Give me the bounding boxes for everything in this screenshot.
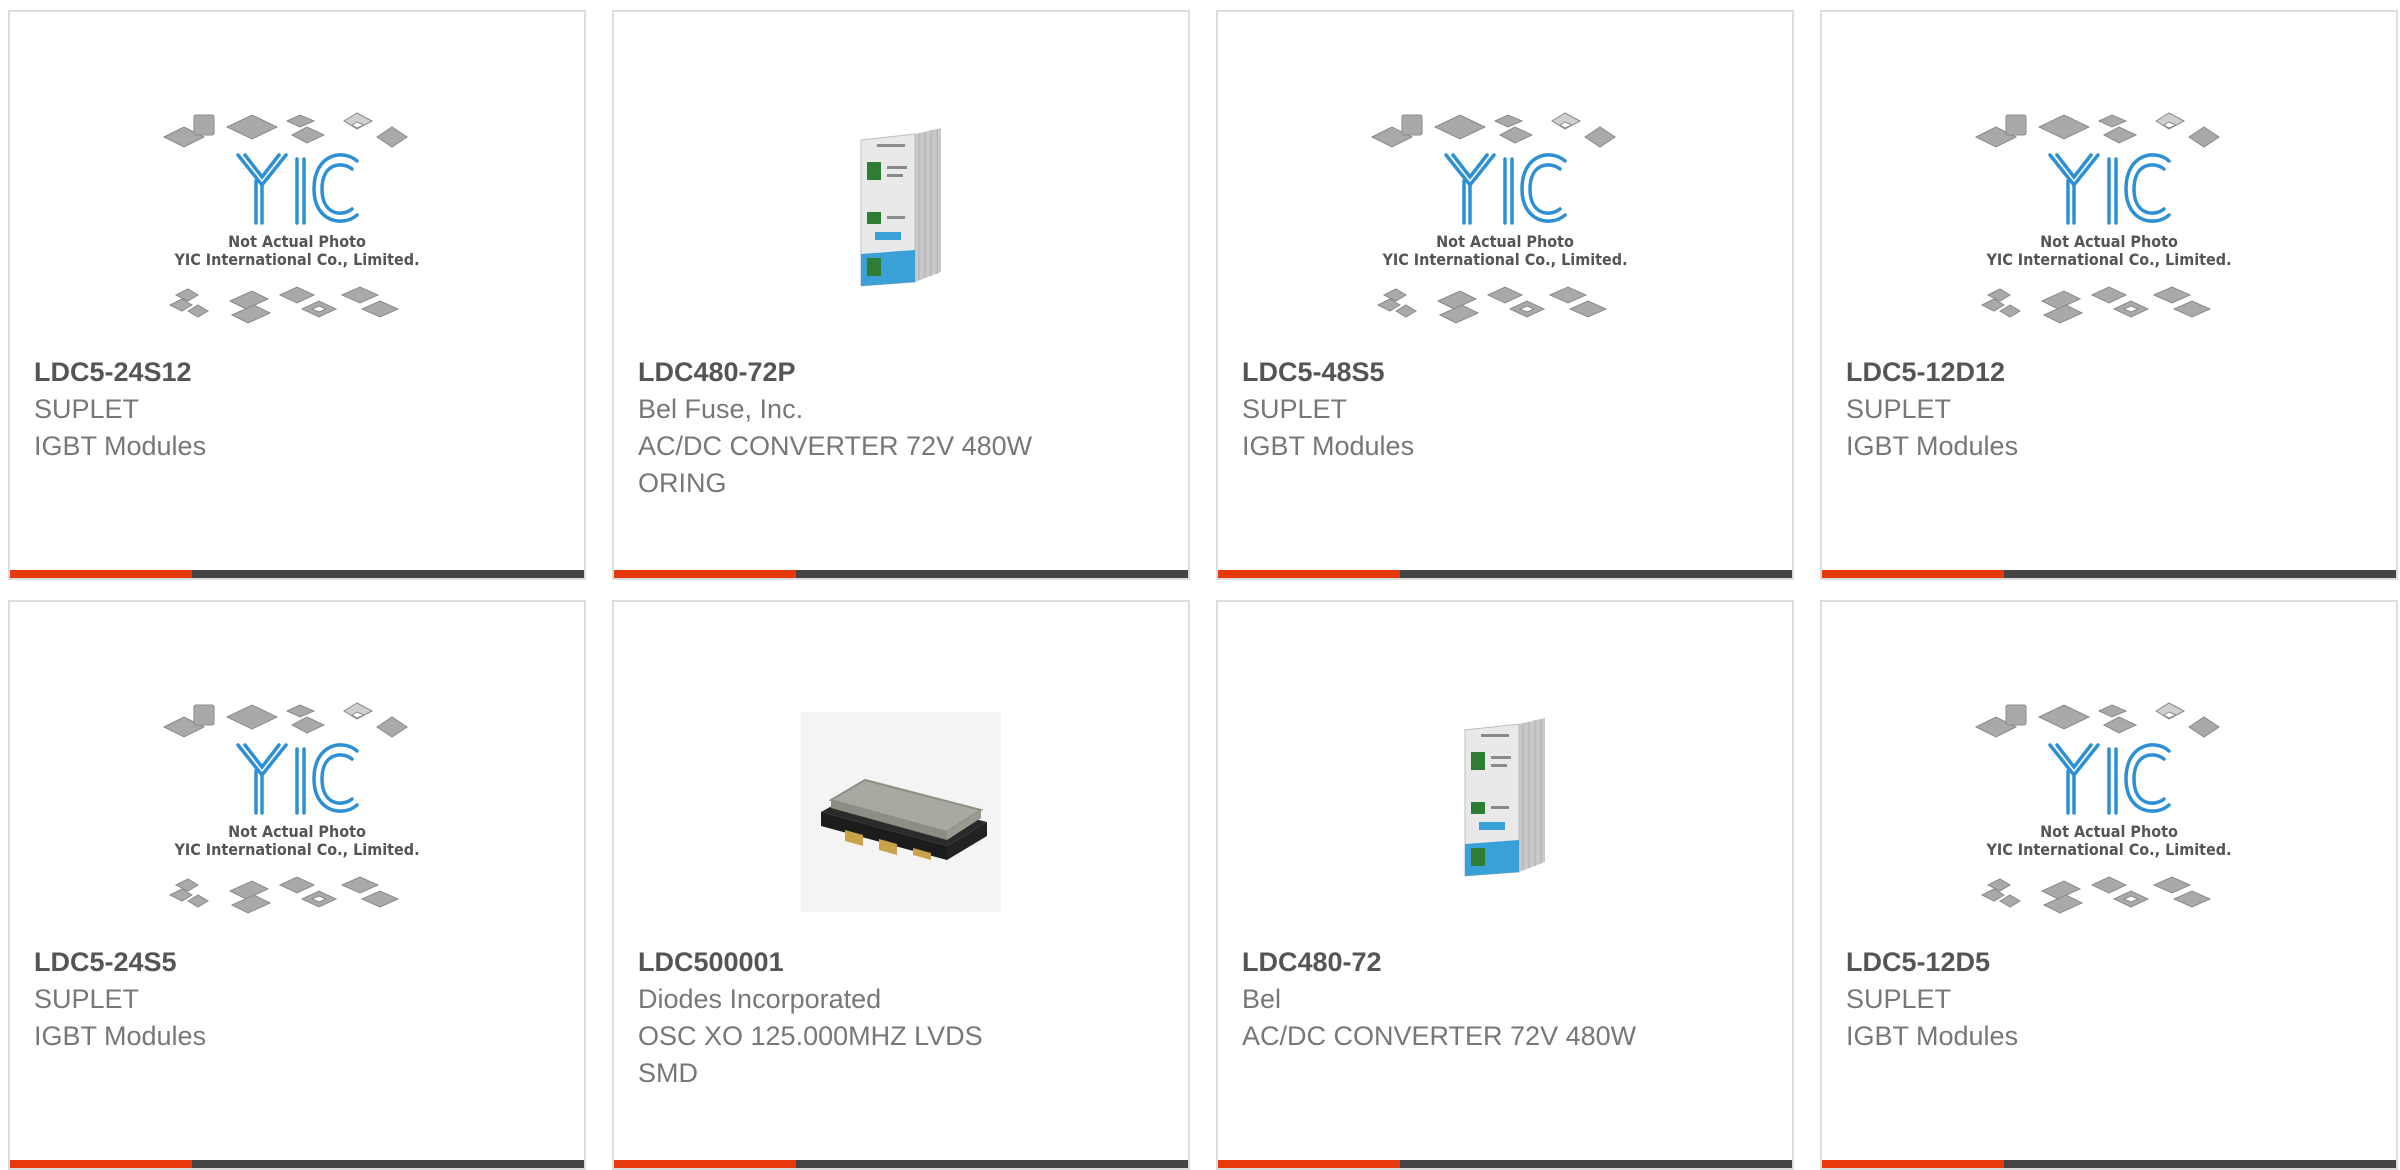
placeholder-caption-line1: Not Actual Photo (228, 822, 366, 841)
product-info: LDC480-72P Bel Fuse, Inc. AC/DC CONVERTER … (638, 354, 1164, 502)
product-info: LDC5-24S12 SUPLET IGBT Modules (34, 354, 560, 465)
power-supply-image (860, 128, 941, 287)
power-supply-image (1464, 718, 1545, 877)
product-info: LDC480-72 Bel AC/DC CONVERTER 72V 480W (1242, 944, 1768, 1055)
product-info: LDC5-48S5 SUPLET IGBT Modules (1242, 354, 1768, 465)
placeholder-caption-line1: Not Actual Photo (1436, 232, 1574, 251)
card-accent-bar (1218, 570, 1400, 578)
manufacturer: SUPLET (1846, 984, 1952, 1014)
description: IGBT Modules (34, 1021, 207, 1051)
product-card[interactable]: LDC480-72P Bel Fuse, Inc. AC/DC CONVERTER … (612, 10, 1190, 580)
card-bottom-bar (614, 570, 1188, 578)
placeholder-caption-line1: Not Actual Photo (2040, 822, 2178, 841)
placeholder-image: Not Actual Photo YIC International Co., … (162, 112, 420, 324)
product-image[interactable]: Not Actual Photo YIC International Co., … (10, 682, 584, 942)
manufacturer: Bel Fuse, Inc. (638, 394, 804, 424)
card-bottom-bar (1218, 570, 1792, 578)
manufacturer: Bel (1242, 984, 1282, 1014)
description: IGBT Modules (1846, 1021, 2019, 1051)
placeholder-caption-line2: YIC International Co., Limited. (1985, 840, 2231, 859)
product-card[interactable]: Not Actual Photo YIC International Co., … (1820, 10, 2398, 580)
product-card[interactable]: LDC500001 Diodes Incorporated OSC XO 125.0… (612, 600, 1190, 1170)
product-grid: Not Actual Photo YIC International Co., … (0, 0, 2400, 1170)
placeholder-caption-line2: YIC International Co., Limited. (173, 840, 419, 859)
placeholder-image: Not Actual Photo YIC International Co., … (1370, 112, 1628, 324)
description: OSC XO 125.000MHZ LVDS (638, 1021, 983, 1051)
product-image[interactable]: Not Actual Photo YIC International Co., … (1218, 92, 1792, 352)
placeholder-caption-line2: YIC International Co., Limited. (1985, 250, 2231, 269)
product-card[interactable]: Not Actual Photo YIC International Co., … (1820, 600, 2398, 1170)
card-accent-bar (1822, 570, 2004, 578)
manufacturer: Diodes Incorporated (638, 984, 882, 1014)
placeholder-image: Not Actual Photo YIC International Co., … (162, 702, 420, 914)
description: IGBT Modules (1242, 431, 1415, 461)
part-number[interactable]: LDC5-48S5 (1242, 354, 1768, 391)
oscillator-image (801, 712, 1001, 912)
description: IGBT Modules (1846, 431, 2019, 461)
placeholder-image: Not Actual Photo YIC International Co., … (1974, 702, 2232, 914)
part-number[interactable]: LDC500001 (638, 944, 1164, 981)
description: AC/DC CONVERTER 72V 480W (638, 431, 1033, 461)
description-line2: ORING (638, 468, 727, 498)
description: AC/DC CONVERTER 72V 480W (1242, 1021, 1637, 1051)
part-number[interactable]: LDC5-12D12 (1846, 354, 2372, 391)
product-info: LDC500001 Diodes Incorporated OSC XO 125.0… (638, 944, 1164, 1092)
manufacturer: SUPLET (1846, 394, 1952, 424)
product-image[interactable]: Not Actual Photo YIC International Co., … (1822, 92, 2396, 352)
product-card[interactable]: Not Actual Photo YIC International Co., … (8, 10, 586, 580)
card-accent-bar (10, 570, 192, 578)
product-info: LDC5-24S5 SUPLET IGBT Modules (34, 944, 560, 1055)
product-image[interactable]: Not Actual Photo YIC International Co., … (10, 92, 584, 352)
description: IGBT Modules (34, 431, 207, 461)
product-info: LDC5-12D5 SUPLET IGBT Modules (1846, 944, 2372, 1055)
placeholder-image: Not Actual Photo YIC International Co., … (1974, 112, 2232, 324)
product-card[interactable]: LDC480-72 Bel AC/DC CONVERTER 72V 480W (1216, 600, 1794, 1170)
card-bottom-bar (10, 570, 584, 578)
part-number[interactable]: LDC480-72P (638, 354, 1164, 391)
description-line2: SMD (638, 1058, 698, 1088)
placeholder-caption-line1: Not Actual Photo (2040, 232, 2178, 251)
manufacturer: SUPLET (1242, 394, 1348, 424)
placeholder-caption-line2: YIC International Co., Limited. (1381, 250, 1627, 269)
product-card[interactable]: Not Actual Photo YIC International Co., … (8, 600, 586, 1170)
product-image[interactable] (1218, 682, 1792, 942)
product-info: LDC5-12D12 SUPLET IGBT Modules (1846, 354, 2372, 465)
part-number[interactable]: LDC480-72 (1242, 944, 1768, 981)
part-number[interactable]: LDC5-24S5 (34, 944, 560, 981)
part-number[interactable]: LDC5-12D5 (1846, 944, 2372, 981)
card-bottom-bar (1822, 570, 2396, 578)
card-accent-bar (614, 570, 796, 578)
placeholder-caption-line2: YIC International Co., Limited. (173, 250, 419, 269)
product-card[interactable]: Not Actual Photo YIC International Co., … (1216, 10, 1794, 580)
manufacturer: SUPLET (34, 394, 140, 424)
product-image[interactable] (614, 682, 1188, 942)
manufacturer: SUPLET (34, 984, 140, 1014)
part-number[interactable]: LDC5-24S12 (34, 354, 560, 391)
product-image[interactable] (614, 92, 1188, 352)
product-image[interactable]: Not Actual Photo YIC International Co., … (1822, 682, 2396, 942)
placeholder-caption-line1: Not Actual Photo (228, 232, 366, 251)
